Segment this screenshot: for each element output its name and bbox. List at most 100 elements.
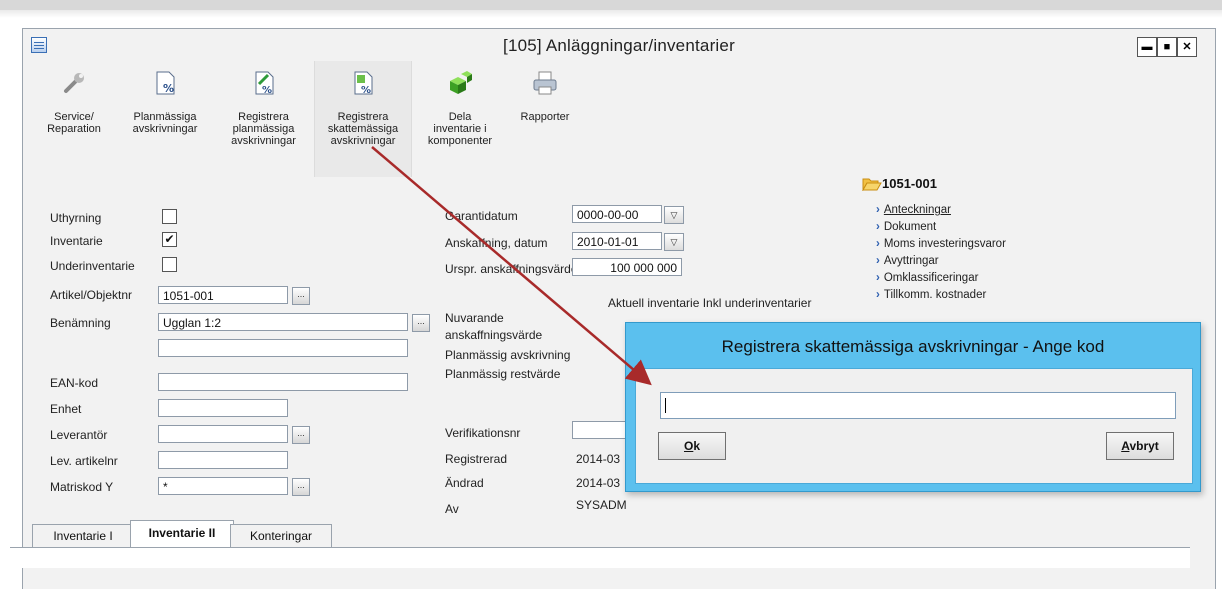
- dialog-title: Registrera skattemässiga avskrivningar -…: [721, 337, 1105, 356]
- lev-artikelnr-input[interactable]: [158, 451, 288, 469]
- registrerad-label: Registrerad: [445, 452, 508, 466]
- tree-item-tillkomm[interactable]: › Tillkomm. kostnader: [876, 289, 986, 301]
- verifikationsnr-label: Verifikationsnr: [445, 426, 521, 440]
- service-reparation-label: Service/ Reparation: [47, 111, 101, 135]
- split-cubes-icon: [450, 71, 472, 94]
- inventarie-checkbox[interactable]: ✔: [162, 232, 177, 247]
- artikel-lookup-button[interactable]: ...: [292, 287, 310, 305]
- chevron-right-icon: ›: [876, 272, 880, 284]
- aktuell-header: Aktuell inventarie Inkl underinventarier: [608, 296, 812, 310]
- printer-icon: [533, 71, 557, 95]
- kod-input[interactable]: [660, 392, 1176, 419]
- window-title: [105] Anläggningar/inventarier: [503, 36, 735, 55]
- rapporter-button[interactable]: Rapporter: [509, 61, 581, 177]
- leverantor-input[interactable]: [158, 425, 288, 443]
- service-reparation-button[interactable]: Service/ Reparation: [31, 61, 117, 177]
- urspr-anskaffningsvarde-input: 100 000 000: [572, 258, 682, 276]
- tree-root-label: 1051-001: [882, 176, 937, 191]
- benamning-input-2[interactable]: [158, 339, 408, 357]
- tab-inventarie-ii[interactable]: Inventarie II: [130, 520, 234, 549]
- ean-label: EAN-kod: [50, 376, 99, 390]
- uthyrning-label: Uthyrning: [50, 211, 102, 225]
- tree-item-anteckningar[interactable]: › Anteckningar: [876, 204, 951, 216]
- tree-item-avyttringar[interactable]: › Avyttringar: [876, 255, 939, 267]
- svg-text:%: %: [361, 85, 371, 96]
- inventarie-label: Inventarie: [50, 234, 103, 248]
- chevron-right-icon: ›: [876, 289, 880, 301]
- matriskod-lookup-button[interactable]: ...: [292, 478, 310, 496]
- registrera-skattemassiga-button[interactable]: % Registrera skattemässiga avskrivningar: [314, 61, 412, 177]
- garantidatum-label: Garantidatum: [445, 209, 518, 223]
- enhet-input[interactable]: [158, 399, 288, 417]
- ange-kod-dialog: Registrera skattemässiga avskrivningar -…: [625, 322, 1201, 492]
- title-bar[interactable]: [105] Anläggningar/inventarier ▬ ■ ✕: [23, 29, 1215, 61]
- folder-open-icon: [862, 178, 882, 191]
- tree-item-moms[interactable]: › Moms investeringsvaror: [876, 238, 1006, 250]
- registrera-planmassiga-label: Registrera planmässiga avskrivningar: [231, 111, 296, 147]
- enhet-label: Enhet: [50, 402, 82, 416]
- wrench-icon: [64, 73, 84, 93]
- minimize-button[interactable]: ▬: [1137, 37, 1157, 57]
- dela-inventarie-label: Dela inventarie i komponenter: [427, 111, 493, 147]
- registrera-planmassiga-button[interactable]: % Registrera planmässiga avskrivningar: [216, 61, 311, 177]
- svg-text:%: %: [163, 82, 174, 95]
- dela-inventarie-button[interactable]: Dela inventarie i komponenter: [414, 61, 506, 177]
- tree-item-dokument[interactable]: › Dokument: [876, 221, 936, 233]
- artikel-input[interactable]: 1051-001: [158, 286, 288, 304]
- planmassig-avskrivning-label: Planmässig avskrivning: [445, 348, 571, 362]
- dialog-body: Ok Avbryt: [635, 368, 1193, 484]
- close-button[interactable]: ✕: [1177, 37, 1197, 57]
- tab-konteringar[interactable]: Konteringar: [230, 524, 332, 547]
- document-percent-edit-icon: %: [255, 71, 273, 96]
- chevron-right-icon: ›: [876, 221, 880, 233]
- planmassiga-avskrivningar-button[interactable]: % Planmässiga avskrivningar: [119, 61, 211, 177]
- text-caret: [665, 398, 666, 413]
- tree-item-omklassificeringar[interactable]: › Omklassificeringar: [876, 272, 978, 284]
- urspr-anskaffningsvarde-label: Urspr. anskaffningsvärde: [445, 262, 578, 276]
- chevron-right-icon: ›: [876, 204, 880, 216]
- lev-artikelnr-label: Lev. artikelnr: [50, 454, 118, 468]
- garantidatum-dropdown[interactable]: ▽: [664, 206, 684, 224]
- underinventarie-label: Underinventarie: [50, 259, 135, 273]
- avbryt-button[interactable]: Avbryt: [1106, 432, 1174, 460]
- ok-button[interactable]: Ok: [658, 432, 726, 460]
- benamning-lookup-button[interactable]: ...: [412, 314, 430, 332]
- uthyrning-checkbox[interactable]: [162, 209, 177, 224]
- planmassig-restvarde-label: Planmässig restvärde: [445, 367, 561, 381]
- maximize-button[interactable]: ■: [1157, 37, 1177, 57]
- av-label: Av: [445, 502, 459, 516]
- andrad-label: Ändrad: [445, 476, 484, 490]
- verifikationsnr-input[interactable]: [572, 421, 632, 439]
- rapporter-label: Rapporter: [520, 111, 570, 123]
- tab-panel: [10, 547, 1190, 568]
- artikel-label: Artikel/Objektnr: [50, 288, 133, 302]
- top-band: [0, 0, 1222, 10]
- leverantor-lookup-button[interactable]: ...: [292, 426, 310, 444]
- top-shade: [0, 10, 1222, 18]
- av-value: SYSADM: [576, 498, 627, 512]
- anskaffning-datum-label: Anskaffning, datum: [445, 236, 548, 250]
- chevron-right-icon: ›: [876, 255, 880, 267]
- svg-text:%: %: [262, 85, 272, 96]
- tab-bar: Inventarie I Inventarie II Konteringar: [10, 520, 1190, 550]
- andrad-value: 2014-03: [576, 476, 621, 490]
- toolbar: Service/ Reparation % Planmässiga avskri…: [31, 61, 569, 177]
- anskaffning-datum-input[interactable]: 2010-01-01: [572, 232, 662, 250]
- benamning-label: Benämning: [50, 316, 111, 330]
- planmassiga-avskrivningar-label: Planmässiga avskrivningar: [132, 111, 198, 135]
- registrera-skattemassiga-label: Registrera skattemässiga avskrivningar: [327, 111, 399, 147]
- underinventarie-checkbox[interactable]: [162, 257, 177, 272]
- anskaffning-datum-dropdown[interactable]: ▽: [664, 233, 684, 251]
- chevron-right-icon: ›: [876, 238, 880, 250]
- nuvarande-label: Nuvarande anskaffningsvärde: [445, 311, 543, 342]
- matriskod-input[interactable]: *: [158, 477, 288, 495]
- benamning-input[interactable]: Ugglan 1:2: [158, 313, 408, 331]
- leverantor-label: Leverantör: [50, 428, 108, 442]
- document-percent-icon: %: [156, 71, 175, 95]
- garantidatum-input[interactable]: 0000-00-00: [572, 205, 662, 223]
- ean-input[interactable]: [158, 373, 408, 391]
- matriskod-label: Matriskod Y: [50, 480, 114, 494]
- registrerad-value: 2014-03: [576, 452, 621, 466]
- tab-inventarie-i[interactable]: Inventarie I: [32, 524, 134, 547]
- document-percent-register-icon: %: [354, 71, 373, 96]
